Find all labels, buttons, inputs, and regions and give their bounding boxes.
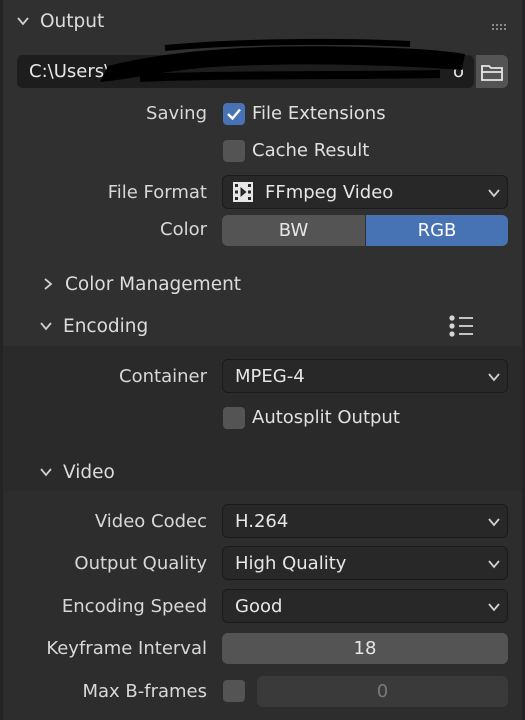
autosplit-output-checkbox[interactable] — [223, 407, 245, 429]
color-option-rgb[interactable]: RGB — [366, 215, 508, 246]
encoding-speed-dropdown[interactable]: Good — [222, 589, 508, 623]
encoding-title: Encoding — [63, 315, 149, 337]
container-value: MPEG-4 — [235, 365, 305, 387]
encoding-header[interactable]: Encoding — [39, 314, 148, 338]
chevron-down-icon — [16, 14, 30, 28]
file-format-dropdown[interactable]: FFmpeg Video — [222, 175, 508, 209]
color-label: Color — [160, 219, 207, 240]
output-panel-header[interactable]: Output — [16, 9, 104, 33]
container-dropdown[interactable]: MPEG-4 — [222, 359, 508, 393]
keyframe-interval-field[interactable]: 18 — [222, 633, 508, 664]
chevron-down-icon — [488, 603, 500, 612]
film-icon — [233, 182, 253, 202]
encoding-speed-label: Encoding Speed — [61, 596, 207, 617]
video-title: Video — [63, 461, 115, 483]
path-redaction-scribble — [80, 38, 475, 88]
output-quality-label: Output Quality — [74, 553, 207, 574]
color-management-title: Color Management — [65, 273, 242, 295]
color-management-header[interactable]: Color Management — [41, 272, 241, 296]
max-bframes-value: 0 — [376, 681, 389, 702]
video-header[interactable]: Video — [39, 460, 115, 484]
color-option-bw[interactable]: BW — [222, 215, 365, 246]
container-label: Container — [119, 366, 207, 387]
drag-handle-icon[interactable] — [491, 15, 507, 30]
output-panel-title: Output — [40, 10, 105, 32]
file-format-value: FFmpeg Video — [265, 181, 394, 203]
max-bframes-field[interactable]: 0 — [257, 676, 508, 707]
file-extensions-label: File Extensions — [252, 103, 386, 124]
chevron-down-icon — [488, 189, 500, 198]
autosplit-output-label: Autosplit Output — [252, 407, 400, 428]
browse-folder-button[interactable] — [476, 55, 508, 88]
output-quality-value: High Quality — [235, 552, 347, 574]
video-codec-dropdown[interactable]: H.264 — [222, 504, 508, 538]
chevron-down-icon — [488, 373, 500, 382]
max-bframes-label: Max B-frames — [82, 681, 207, 702]
panel-edge-left — [0, 0, 3, 720]
output-quality-dropdown[interactable]: High Quality — [222, 546, 508, 580]
list-icon[interactable] — [448, 314, 474, 338]
file-format-label: File Format — [107, 182, 207, 203]
encoding-speed-value: Good — [235, 595, 283, 617]
cache-result-label: Cache Result — [252, 140, 370, 161]
chevron-down-icon — [39, 319, 53, 333]
chevron-right-icon — [41, 277, 55, 291]
chevron-down-icon — [488, 518, 500, 527]
saving-label: Saving — [146, 103, 207, 124]
cache-result-checkbox[interactable] — [223, 140, 245, 162]
checkmark-icon — [227, 108, 241, 121]
chevron-down-icon — [488, 560, 500, 569]
file-extensions-checkbox[interactable] — [223, 103, 245, 125]
folder-icon — [481, 64, 503, 81]
video-codec-label: Video Codec — [94, 511, 207, 532]
video-codec-value: H.264 — [235, 510, 289, 532]
chevron-down-icon — [39, 465, 53, 479]
max-bframes-checkbox[interactable] — [223, 680, 245, 702]
keyframe-interval-label: Keyframe Interval — [46, 638, 207, 659]
keyframe-interval-value: 18 — [353, 638, 377, 659]
